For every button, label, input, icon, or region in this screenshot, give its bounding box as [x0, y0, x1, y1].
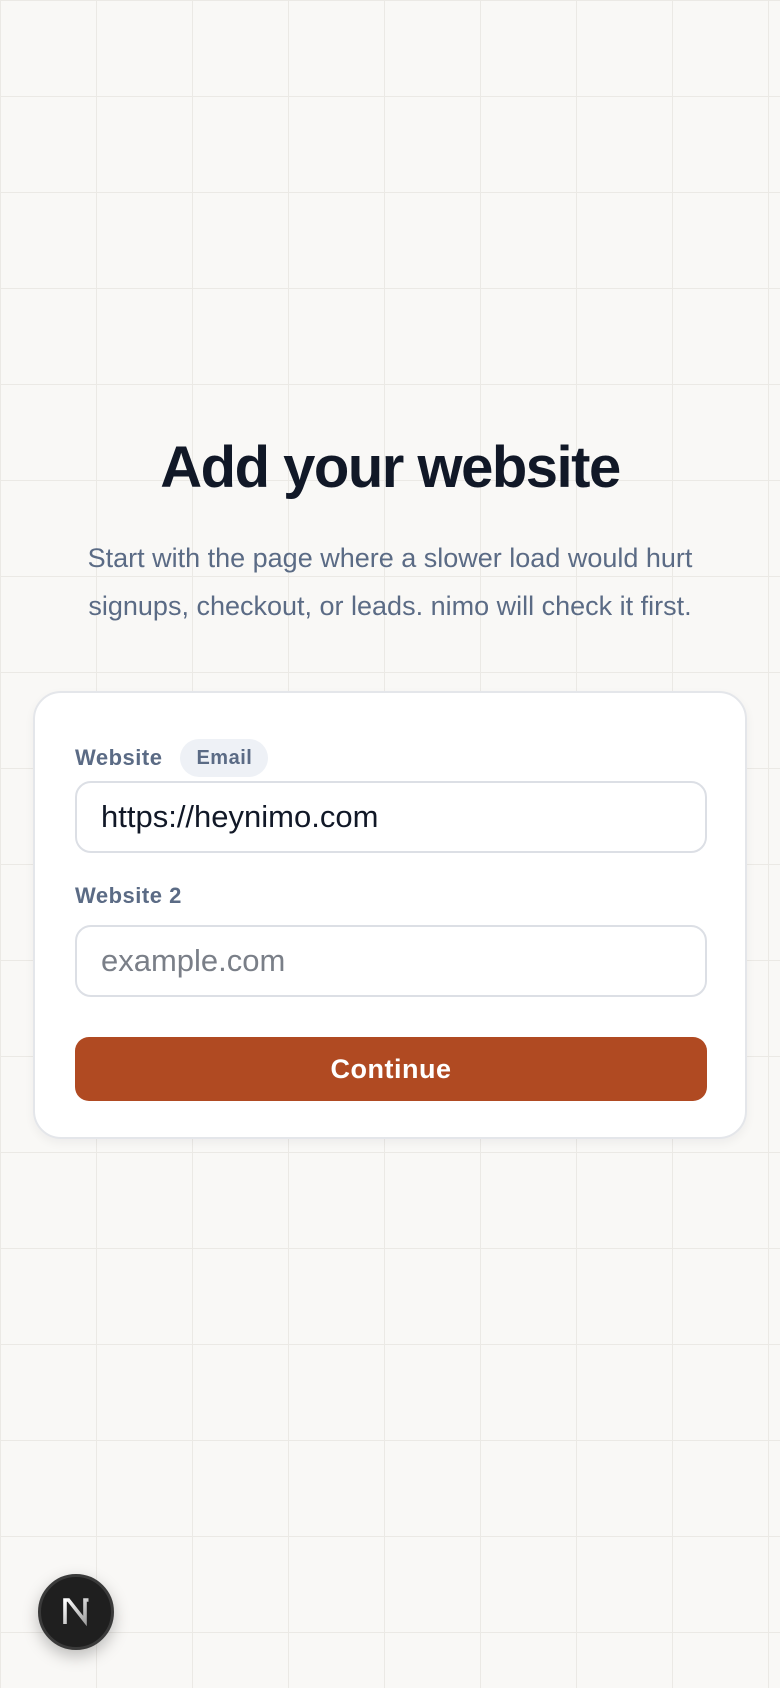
- page-title: Add your website: [160, 435, 621, 500]
- website-2-label: Website 2: [75, 883, 182, 908]
- continue-button[interactable]: Continue: [75, 1037, 707, 1101]
- website-label: Website: [75, 745, 163, 770]
- website-input[interactable]: [75, 781, 707, 853]
- page-subtitle: Start with the page where a slower load …: [87, 543, 693, 621]
- nextjs-logo-icon: [63, 1598, 89, 1627]
- dev-tools-badge[interactable]: [38, 1574, 114, 1650]
- website-label-row: Website Email: [75, 739, 269, 777]
- email-chip[interactable]: Email: [180, 739, 269, 777]
- website-form-card: Website Email Website 2 Continue: [33, 691, 747, 1139]
- page: Add your website Start with the page whe…: [0, 0, 780, 1688]
- website-2-input[interactable]: [75, 925, 707, 997]
